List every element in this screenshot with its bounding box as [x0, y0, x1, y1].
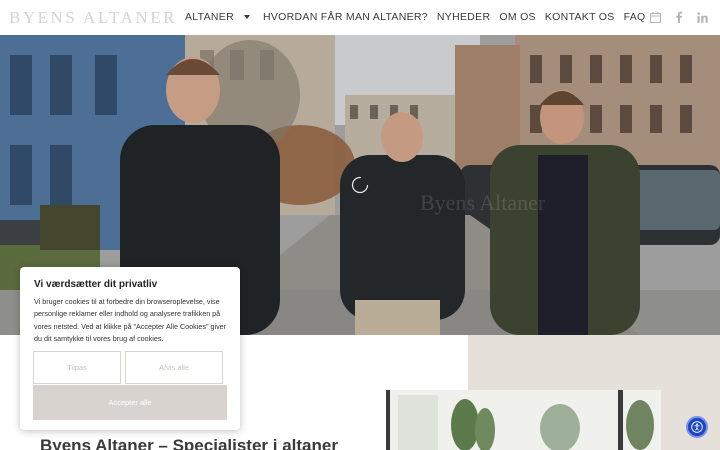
reject-all-button[interactable]: Afvis alle	[125, 351, 223, 384]
social-links	[636, 11, 708, 26]
site-header: BYENS ALTANER ALTANER HVORDAN FÅR MAN AL…	[0, 0, 720, 35]
nav-item-label: ALTANER	[185, 11, 234, 23]
facebook-icon[interactable]	[675, 11, 683, 26]
svg-text:Byens Altaner: Byens Altaner	[420, 190, 546, 215]
nav-item-hvordan[interactable]: HVORDAN FÅR MAN ALTANER?	[263, 11, 428, 23]
nav-item-kontakt-os[interactable]: KONTAKT OS	[545, 11, 615, 23]
page-title: Byens Altaner – Specialister i altaner	[40, 436, 338, 450]
chevron-down-icon[interactable]	[243, 15, 250, 19]
linkedin-icon[interactable]	[697, 11, 708, 26]
nav-item-om-os[interactable]: OM OS	[499, 11, 536, 23]
calendar-icon[interactable]	[650, 11, 661, 26]
site-logo[interactable]: BYENS ALTANER	[9, 8, 177, 28]
cookie-description: Vi bruger cookies til at forbedre din br…	[34, 297, 227, 343]
accessibility-button[interactable]	[686, 416, 708, 438]
balcony-photo	[386, 390, 661, 450]
nav-item-nyheder[interactable]: NYHEDER	[437, 11, 490, 23]
nav-item-altaner[interactable]: ALTANER	[185, 11, 254, 23]
cookie-consent-dialog: Vi værdsætter dit privatliv Vi bruger co…	[20, 267, 240, 430]
accept-all-button[interactable]: Accepter alle	[33, 385, 227, 420]
balcony-photo-scene	[390, 390, 661, 450]
accessibility-icon	[691, 421, 703, 433]
cookie-title: Vi værdsætter dit privatliv	[34, 279, 158, 290]
main-nav: ALTANER HVORDAN FÅR MAN ALTANER? NYHEDER…	[185, 11, 655, 23]
customize-button[interactable]: Tilpas	[33, 351, 121, 384]
